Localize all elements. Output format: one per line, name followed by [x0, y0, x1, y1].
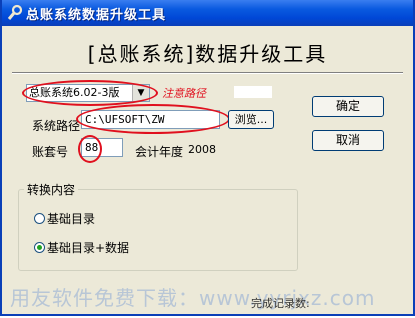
- account-label: 账套号: [32, 145, 69, 159]
- title-bar[interactable]: 总账系统数据升级工具: [2, 0, 413, 26]
- watermark-text: 用友软件免费下载：www.yyrjxz.com: [10, 286, 376, 310]
- radio-selected-dot: [37, 245, 42, 250]
- tool-heading: [总账系统]数据升级工具: [87, 42, 328, 66]
- header-divider: [12, 72, 403, 74]
- window-title: 总账系统数据升级工具: [26, 8, 167, 23]
- blank-field: [234, 86, 272, 98]
- radio-basic-directory-data[interactable]: [34, 242, 45, 253]
- convert-group-title: 转换内容: [24, 181, 79, 198]
- radio-basic-directory-data-label[interactable]: 基础目录+数据: [47, 239, 129, 256]
- browse-button[interactable]: 浏览...: [228, 110, 274, 129]
- annotation-circle-version: [22, 80, 158, 106]
- path-label: 系统路径: [32, 119, 81, 133]
- annotation-circle-path: [76, 104, 230, 134]
- fiscal-year-value: 2008: [188, 143, 216, 156]
- dialog-window: 总账系统数据升级工具 [总账系统]数据升级工具 总账系统6.02-3版 ▼ 注意…: [0, 0, 415, 316]
- status-text: 完成记录数:: [251, 297, 310, 310]
- convert-group: [18, 189, 298, 271]
- cancel-button[interactable]: 取消: [312, 130, 384, 151]
- wrench-icon: [7, 4, 23, 20]
- radio-basic-directory[interactable]: [34, 213, 45, 224]
- ok-button[interactable]: 确定: [312, 96, 384, 117]
- annotation-circle-account: [78, 135, 102, 163]
- fiscal-year-label: 会计年度: [135, 145, 184, 159]
- radio-basic-directory-label[interactable]: 基础目录: [47, 210, 95, 227]
- annotation-hint: 注意路径: [162, 87, 206, 100]
